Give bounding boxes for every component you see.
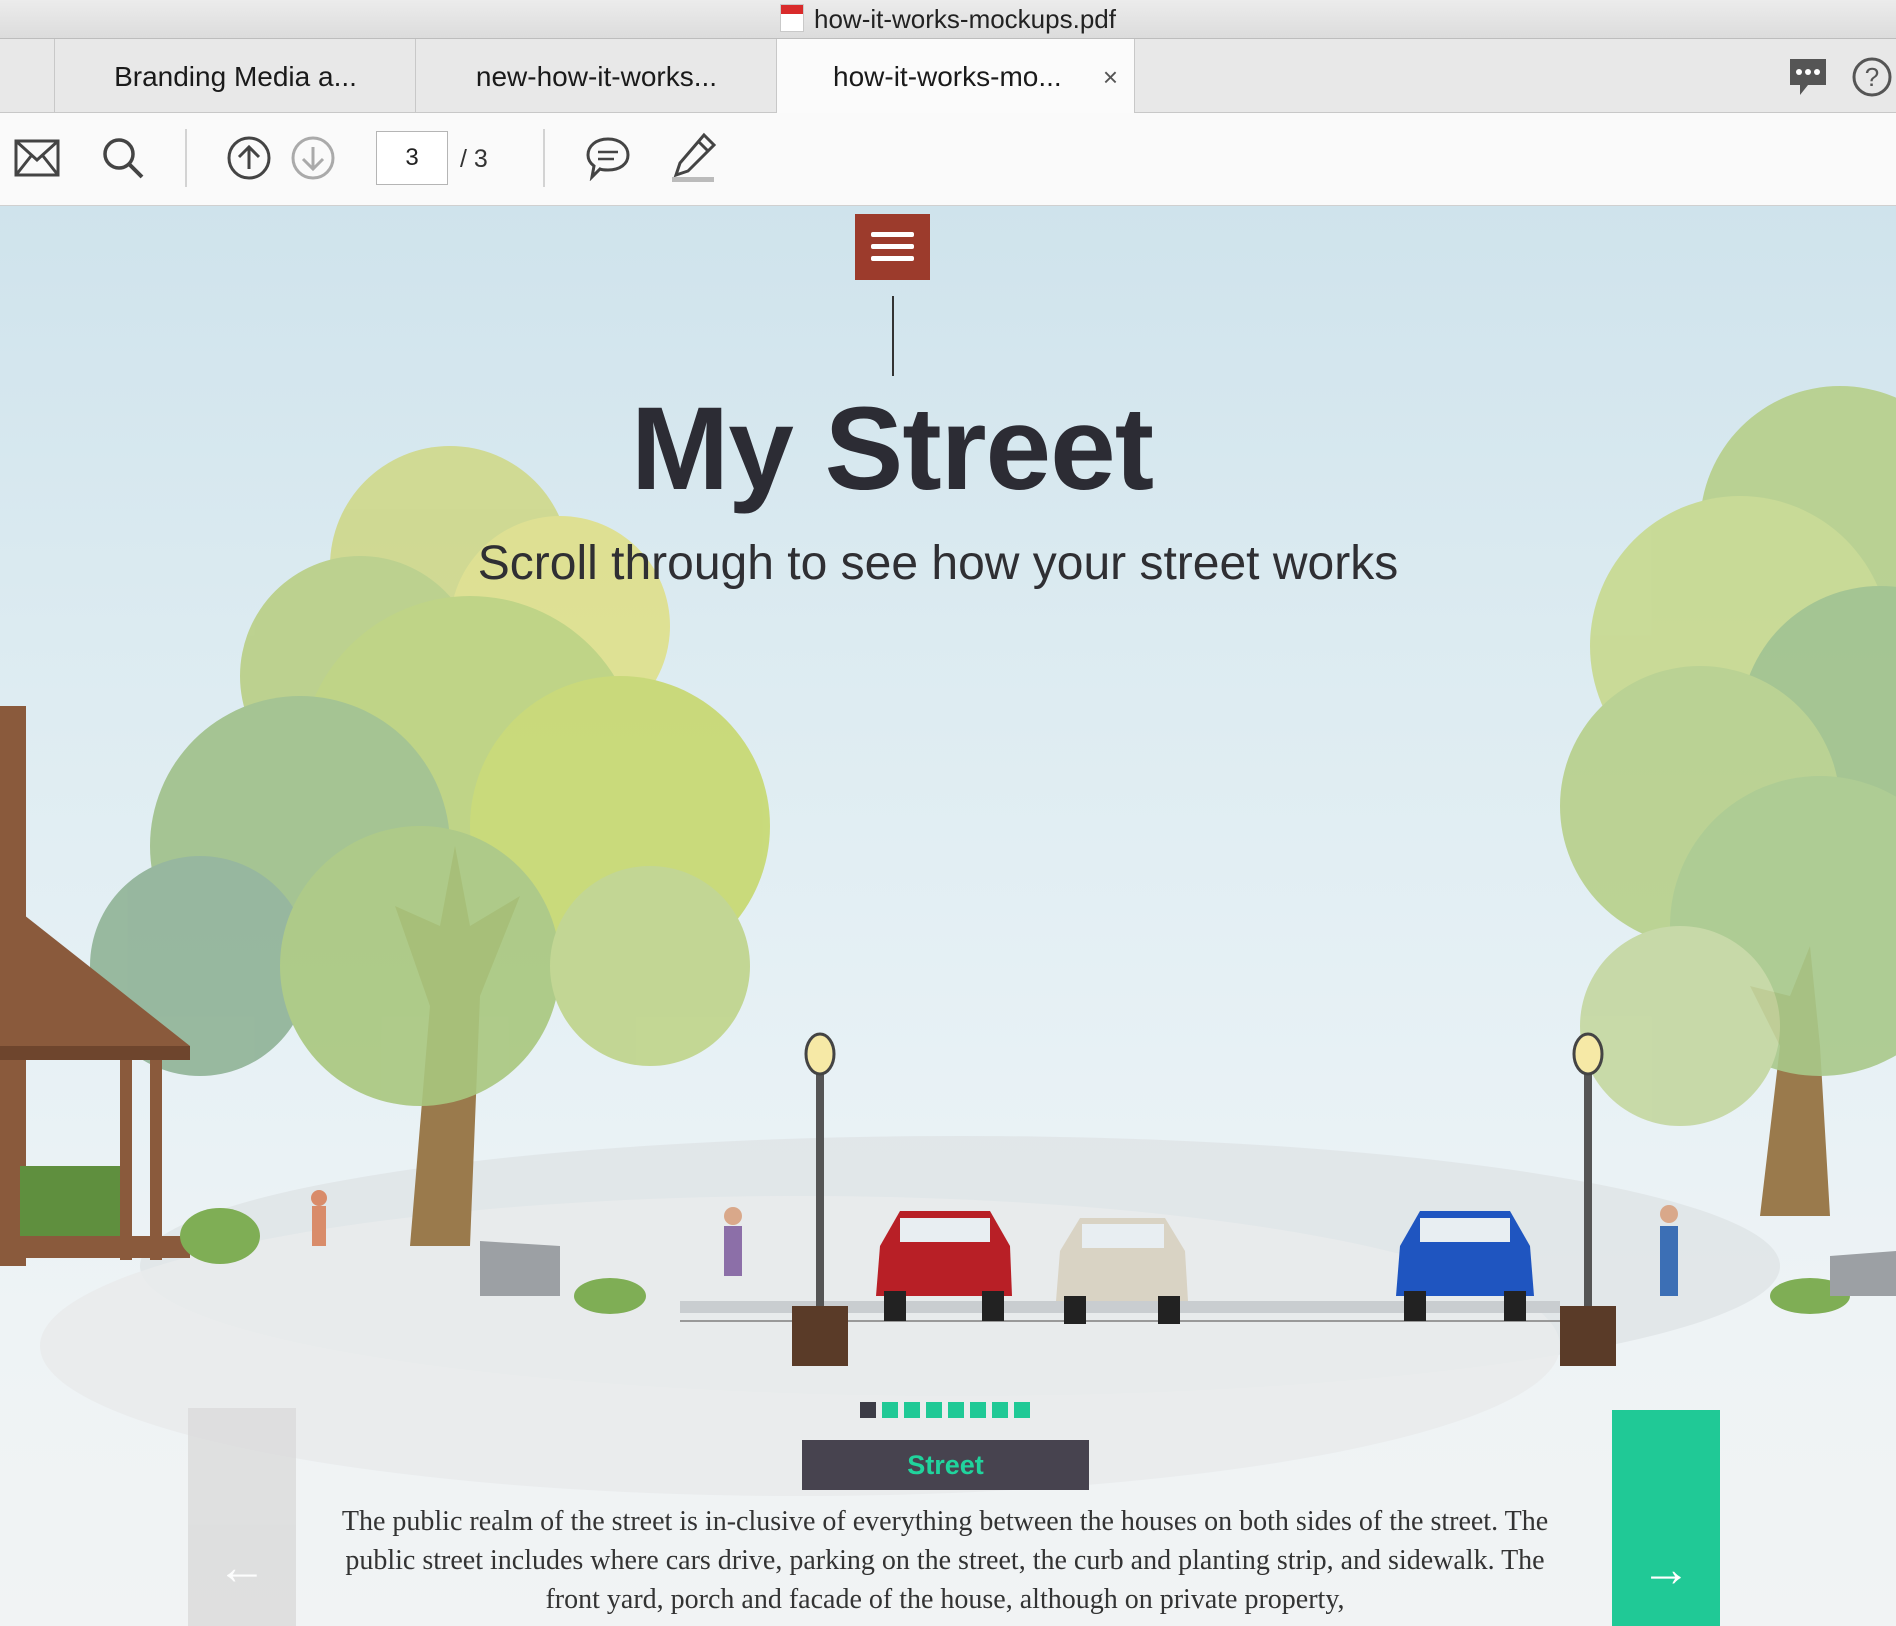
- page-up-icon[interactable]: [226, 135, 272, 181]
- slide-dot[interactable]: [992, 1402, 1008, 1418]
- window-title: how-it-works-mockups.pdf: [814, 4, 1116, 34]
- svg-text:?: ?: [1865, 62, 1879, 92]
- slide-dot[interactable]: [860, 1402, 876, 1418]
- toolbar-separator: [185, 129, 187, 187]
- next-slide-button[interactable]: →: [1612, 1410, 1720, 1626]
- pdf-page: My Street Scroll through to see how your…: [0, 206, 1896, 1626]
- tab-bar: Branding Media a... new-how-it-works... …: [0, 39, 1896, 114]
- menu-connector-line: [892, 296, 894, 376]
- tab-label: Branding Media a...: [114, 61, 357, 92]
- tab-bar-icons: ?: [1786, 55, 1896, 99]
- tab-label: new-how-it-works...: [475, 61, 718, 92]
- slide-dot[interactable]: [970, 1402, 986, 1418]
- arrow-left-icon: ←: [217, 1539, 267, 1595]
- tab-new-how-it-works[interactable]: new-how-it-works...: [415, 39, 777, 112]
- previous-slide-button[interactable]: ←: [188, 1408, 296, 1626]
- hamburger-menu-icon[interactable]: [855, 214, 930, 280]
- page-subtitle: Scroll through to see how your street wo…: [477, 537, 1399, 590]
- window-title-wrap: how-it-works-mockups.pdf: [0, 0, 1896, 38]
- section-description: The public realm of the street is in-clu…: [341, 1506, 1549, 1615]
- page-title: My Street: [630, 383, 1154, 515]
- page-total: / 3: [460, 145, 488, 173]
- slide-dot[interactable]: [926, 1402, 942, 1418]
- comment-icon[interactable]: [584, 135, 632, 181]
- slide-dot[interactable]: [948, 1402, 964, 1418]
- window-titlebar: how-it-works-mockups.pdf: [0, 0, 1896, 39]
- arrow-right-icon: →: [1641, 1541, 1691, 1597]
- mail-icon[interactable]: [14, 139, 60, 177]
- tab-branding-media[interactable]: Branding Media a...: [54, 39, 416, 112]
- search-icon[interactable]: [100, 135, 146, 181]
- slide-dot[interactable]: [882, 1402, 898, 1418]
- help-icon[interactable]: ?: [1848, 55, 1896, 99]
- page-down-icon[interactable]: [290, 135, 336, 181]
- pdf-toolbar: / 3: [0, 113, 1896, 206]
- tab-label: how-it-works-mo...: [833, 61, 1062, 92]
- slide-dot[interactable]: [1014, 1402, 1030, 1418]
- slide-indicator: [860, 1402, 1036, 1418]
- chat-bubble-icon[interactable]: [1786, 55, 1830, 99]
- close-tab-icon[interactable]: ×: [1103, 39, 1118, 115]
- section-label: Street: [802, 1440, 1089, 1490]
- pdf-icon: [780, 4, 804, 32]
- slide-dot[interactable]: [904, 1402, 920, 1418]
- highlight-pen-icon[interactable]: [668, 131, 718, 183]
- tab-how-it-works-mockups[interactable]: how-it-works-mo... ×: [776, 39, 1135, 114]
- toolbar-separator: [543, 129, 545, 187]
- page-number-input[interactable]: [376, 131, 448, 185]
